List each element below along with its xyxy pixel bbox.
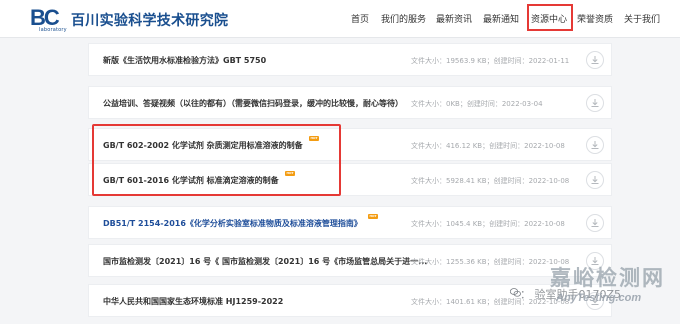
list-item-meta: 文件大小：19563.9 KB；创建时间：2022-01-11 (411, 57, 570, 65)
list-item[interactable]: DB51/T 2154-2016《化学分析实验室标准物质及标准溶液管理指南》 HO… (88, 206, 612, 239)
download-icon (591, 176, 599, 184)
download-button[interactable] (586, 51, 604, 69)
nav-item-home[interactable]: 首页 (351, 12, 369, 25)
list-item-meta: 文件大小：5928.41 KB；创建时间：2022-10-08 (411, 177, 570, 185)
download-button[interactable] (586, 136, 604, 154)
brand-name[interactable]: 百川实验科学技术研究院 (71, 10, 228, 30)
download-button[interactable] (586, 214, 604, 232)
download-icon (591, 56, 599, 64)
list-item-meta: 文件大小：0KB；创建时间：2022-03-04 (411, 100, 543, 108)
list-item[interactable]: 新版《生活饮用水标准检验方法》GBT 5750 文件大小：19563.9 KB；创… (88, 43, 612, 76)
list-item-title[interactable]: 中华人民共和国国家生态环境标准 HJ1259-2022 (103, 296, 283, 307)
nav-item-services[interactable]: 我们的服务 (381, 12, 426, 25)
download-button[interactable] (586, 94, 604, 112)
nav-item-news[interactable]: 最新资讯 (436, 12, 472, 25)
download-button[interactable] (586, 171, 604, 189)
list-item-title[interactable]: 国市监检测发〔2021〕16 号《 国市监检测发〔2021〕16 号《市场监管总… (103, 256, 427, 267)
nav-item-honors[interactable]: 荣誉资质 (577, 12, 613, 25)
nav-item-about[interactable]: 关于我们 (624, 12, 660, 25)
list-item-meta: 文件大小：1045.4 KB；创建时间：2022-10-08 (411, 220, 565, 228)
download-icon (591, 99, 599, 107)
nav-item-notices[interactable]: 最新通知 (483, 12, 519, 25)
list-item-meta: 文件大小：416.12 KB；创建时间：2022-10-08 (411, 142, 565, 150)
site-header: BC laboratory 百川实验科学技术研究院 首页 我们的服务 最新资讯 … (0, 0, 680, 38)
highlight-box (92, 124, 341, 196)
list-item-title[interactable]: DB51/T 2154-2016《化学分析实验室标准物质及标准溶液管理指南》 (103, 218, 362, 229)
active-nav-highlight (527, 4, 573, 31)
watermark: 嘉峪检测网 ： 验室助手0170Z5 AnyTesting.com (510, 262, 680, 324)
watermark-site-en: AnyTesting.com (556, 292, 642, 304)
hot-badge: HOT (368, 214, 378, 219)
list-item-title[interactable]: 公益培训、答疑视频（以往的都有）（需要微信扫码登录，缓冲的比较慢，耐心等待） (103, 98, 403, 109)
download-icon (591, 141, 599, 149)
logo-subtitle: laboratory (39, 27, 67, 33)
list-item-title[interactable]: 新版《生活饮用水标准检验方法》GBT 5750 (103, 55, 266, 66)
list-item[interactable]: 公益培训、答疑视频（以往的都有）（需要微信扫码登录，缓冲的比较慢，耐心等待） 文件… (88, 86, 612, 119)
site-logo[interactable]: BC laboratory (30, 6, 70, 34)
download-icon (591, 219, 599, 227)
